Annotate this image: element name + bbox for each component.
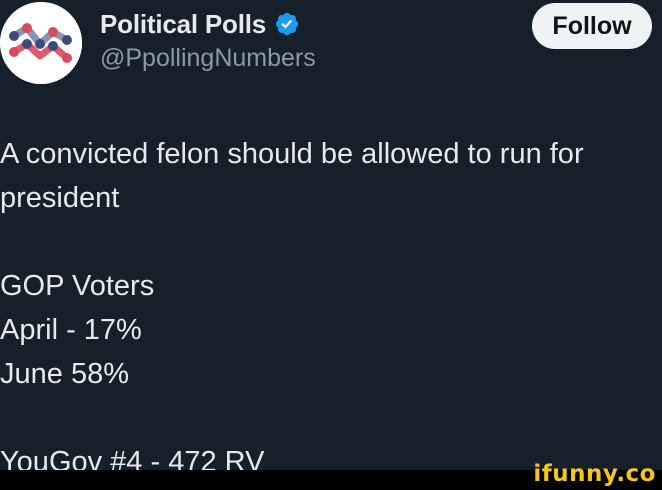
ifunny-watermark: ifunny.co xyxy=(533,461,656,487)
tweet-line: April - 17% xyxy=(0,314,142,346)
tweet-text: A convicted felon should be allowed to r… xyxy=(0,132,662,484)
user-handle[interactable]: @PpollingNumbers xyxy=(100,44,316,73)
political-polls-logo-icon xyxy=(0,2,82,84)
tweet-line: GOP Voters xyxy=(0,270,155,302)
tweet-card: Political Polls @PpollingNumbers Follow … xyxy=(0,0,662,490)
verified-badge-icon xyxy=(274,11,300,37)
follow-button[interactable]: Follow xyxy=(532,3,652,49)
tweet-line: June 58% xyxy=(0,358,129,390)
name-row: Political Polls xyxy=(100,8,300,40)
display-name[interactable]: Political Polls xyxy=(100,9,266,40)
tweet-line-spacer xyxy=(0,220,662,264)
avatar[interactable] xyxy=(0,2,82,84)
tweet-line-spacer xyxy=(0,396,662,440)
tweet-line: president xyxy=(0,182,120,214)
tweet-line: A convicted felon should be allowed to r… xyxy=(0,138,584,170)
